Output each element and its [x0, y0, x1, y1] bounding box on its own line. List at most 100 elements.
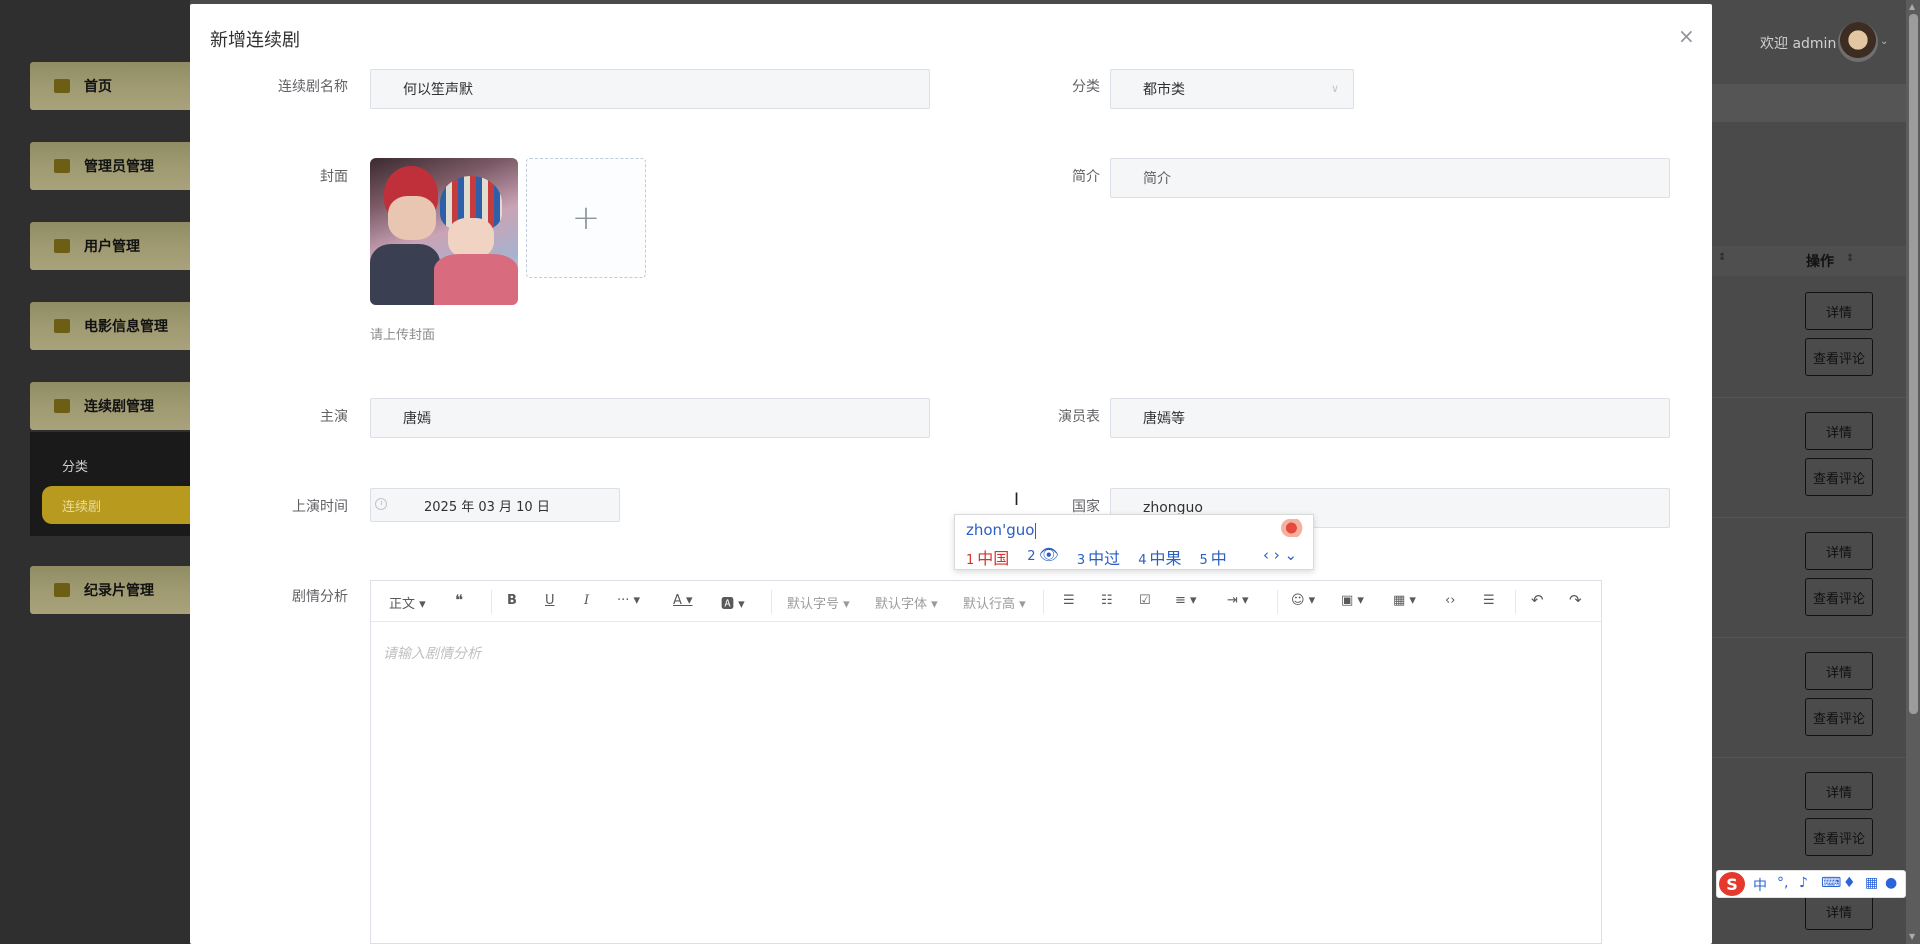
background-color-icon[interactable]: 🅰 ▾ — [721, 593, 745, 612]
sidebar-item-users[interactable]: 用户管理 — [30, 222, 200, 270]
ime-page-nav[interactable]: ‹ › ⌄ — [1263, 546, 1297, 564]
sidebar-item-label: 首页 — [84, 79, 112, 95]
redo-icon[interactable]: ↷ — [1569, 591, 1582, 609]
sort-icon[interactable]: ⇕ — [1718, 252, 1726, 263]
punctuation-icon[interactable]: °, — [1777, 875, 1788, 891]
analysis-label: 剧情分析 — [292, 589, 348, 605]
release-date-picker[interactable]: 2025 年 03 月 10 日 — [370, 488, 620, 522]
indent-icon[interactable]: ⇥ ▾ — [1227, 593, 1249, 608]
intro-label: 简介 — [1072, 169, 1100, 185]
sidebar-item-label: 连续剧管理 — [84, 399, 154, 415]
chevron-down-icon[interactable]: ⌄ — [1880, 36, 1888, 47]
lead-label: 主演 — [320, 409, 348, 425]
quote-icon[interactable]: ❝ — [455, 591, 463, 609]
row-divider — [1712, 637, 1908, 638]
ime-candidate[interactable]: 4 中果 — [1138, 545, 1181, 569]
home-icon — [54, 79, 70, 93]
sidebar-item-documentary[interactable]: 纪录片管理 — [30, 566, 200, 614]
detail-button[interactable]: 详情 — [1805, 292, 1873, 330]
submenu-item-series[interactable]: 连续剧 — [42, 486, 192, 524]
detail-button[interactable]: 详情 — [1805, 412, 1873, 450]
category-label: 分类 — [1072, 79, 1100, 95]
paragraph-select[interactable]: 正文 ▾ — [389, 593, 426, 612]
ime-logo-icon — [1281, 519, 1307, 537]
view-comments-button[interactable]: 查看评论 — [1805, 818, 1873, 856]
keyboard-icon[interactable]: ⌨ — [1821, 875, 1841, 891]
italic-icon[interactable]: I — [584, 593, 589, 608]
cover-label: 封面 — [320, 169, 348, 185]
avatar[interactable] — [1838, 22, 1878, 62]
code-icon[interactable]: ‹› — [1445, 593, 1455, 608]
text-cursor-icon: I — [1014, 490, 1020, 510]
sidebar-item-home[interactable]: 首页 — [30, 62, 200, 110]
ime-candidate[interactable]: 2 👁 — [1027, 545, 1059, 569]
sidebar-item-label: 纪录片管理 — [84, 583, 154, 599]
view-comments-button[interactable]: 查看评论 — [1805, 338, 1873, 376]
toolbox-icon[interactable]: ▦ — [1865, 875, 1878, 891]
numbered-list-icon[interactable]: ☷ — [1101, 593, 1113, 608]
view-comments-button[interactable]: 查看评论 — [1805, 698, 1873, 736]
intro-input[interactable]: 简介 — [1110, 158, 1670, 198]
editor-placeholder: 请输入剧情分析 — [383, 646, 481, 662]
name-input[interactable]: 何以笙声默 — [370, 69, 930, 109]
category-select[interactable]: 都市类 ∨ — [1110, 69, 1354, 109]
sidebar-item-movies[interactable]: 电影信息管理 — [30, 302, 200, 350]
ime-language-toggle[interactable]: 中 — [1753, 875, 1767, 895]
sidebar-item-series[interactable]: 连续剧管理 — [30, 382, 200, 430]
scroll-down-icon[interactable]: ▼ — [1909, 932, 1915, 941]
font-size-select[interactable]: 默认字号 ▾ — [787, 593, 850, 612]
divider-icon[interactable]: ☰ — [1483, 593, 1495, 608]
row-divider — [1712, 397, 1908, 398]
release-label: 上演时间 — [292, 499, 348, 515]
row-divider — [1712, 517, 1908, 518]
add-series-dialog: 新增连续剧 × 连续剧名称 何以笙声默 分类 都市类 ∨ 封面 + 请上传封面 … — [190, 4, 1712, 944]
underline-icon[interactable]: U — [545, 593, 555, 608]
ime-candidate[interactable]: 5中 — [1199, 545, 1226, 569]
admin-icon — [54, 159, 70, 173]
font-family-select[interactable]: 默认字体 ▾ — [875, 593, 938, 612]
emoji-icon[interactable]: ☺ ▾ — [1291, 593, 1315, 608]
sidebar-item-admin[interactable]: 管理员管理 — [30, 142, 200, 190]
lead-input[interactable]: 唐嫣 — [370, 398, 930, 438]
detail-button[interactable]: 详情 — [1805, 652, 1873, 690]
bold-icon[interactable]: B — [507, 593, 517, 608]
font-color-icon[interactable]: A ▾ — [673, 593, 693, 608]
ime-candidate[interactable]: 1 中国 — [966, 545, 1009, 569]
welcome-text: 欢迎 admin — [1760, 36, 1837, 52]
scroll-up-icon[interactable]: ▲ — [1909, 2, 1915, 11]
microphone-icon[interactable]: ♪ — [1799, 875, 1808, 891]
ime-candidate[interactable]: 3 中过 — [1077, 545, 1120, 569]
image-icon[interactable]: ▣ ▾ — [1341, 593, 1364, 608]
cast-input[interactable]: 唐嫣等 — [1110, 398, 1670, 438]
movie-icon — [54, 319, 70, 333]
todo-icon[interactable]: ☑ — [1139, 593, 1151, 608]
cast-label: 演员表 — [1058, 409, 1100, 425]
more-styles-select[interactable]: ··· ▾ — [617, 593, 640, 608]
bullet-list-icon[interactable]: ☰ — [1063, 593, 1075, 608]
view-comments-button[interactable]: 查看评论 — [1805, 578, 1873, 616]
detail-button[interactable]: 详情 — [1805, 532, 1873, 570]
upload-tip: 请上传封面 — [370, 328, 436, 343]
table-icon[interactable]: ▦ ▾ — [1393, 593, 1416, 608]
skin-icon[interactable]: ♦ — [1843, 875, 1856, 891]
close-icon[interactable]: × — [1678, 24, 1695, 48]
align-icon[interactable]: ≡ ▾ — [1175, 593, 1197, 608]
view-comments-button[interactable]: 查看评论 — [1805, 458, 1873, 496]
row-divider — [1712, 757, 1908, 758]
upload-cover-button[interactable]: + — [526, 158, 646, 278]
name-label: 连续剧名称 — [278, 79, 348, 95]
rich-text-editor[interactable]: 正文 ▾ ❝ B U I ··· ▾ A ▾ 🅰 ▾ 默认字号 ▾ 默认字体 ▾… — [370, 580, 1602, 944]
sogou-logo-icon[interactable]: S — [1719, 872, 1745, 896]
scrollbar-thumb[interactable] — [1909, 14, 1918, 714]
cover-image[interactable] — [370, 158, 518, 305]
country-label: 国家 — [1072, 499, 1100, 515]
table-header-actions: 操作 — [1806, 254, 1834, 270]
ime-mascot-icon[interactable]: ● — [1885, 875, 1897, 891]
ime-status-bar[interactable]: S 中 °, ♪ ⌨ ♦ ▦ ● — [1716, 870, 1906, 898]
detail-button[interactable]: 详情 — [1805, 772, 1873, 810]
line-height-select[interactable]: 默认行高 ▾ — [963, 593, 1026, 612]
undo-icon[interactable]: ↶ — [1531, 591, 1544, 609]
sort-icon[interactable]: ⇕ — [1846, 253, 1854, 264]
submenu-item-category[interactable]: 分类 — [62, 456, 88, 475]
page-scrollbar[interactable]: ▲ ▼ — [1906, 0, 1920, 944]
